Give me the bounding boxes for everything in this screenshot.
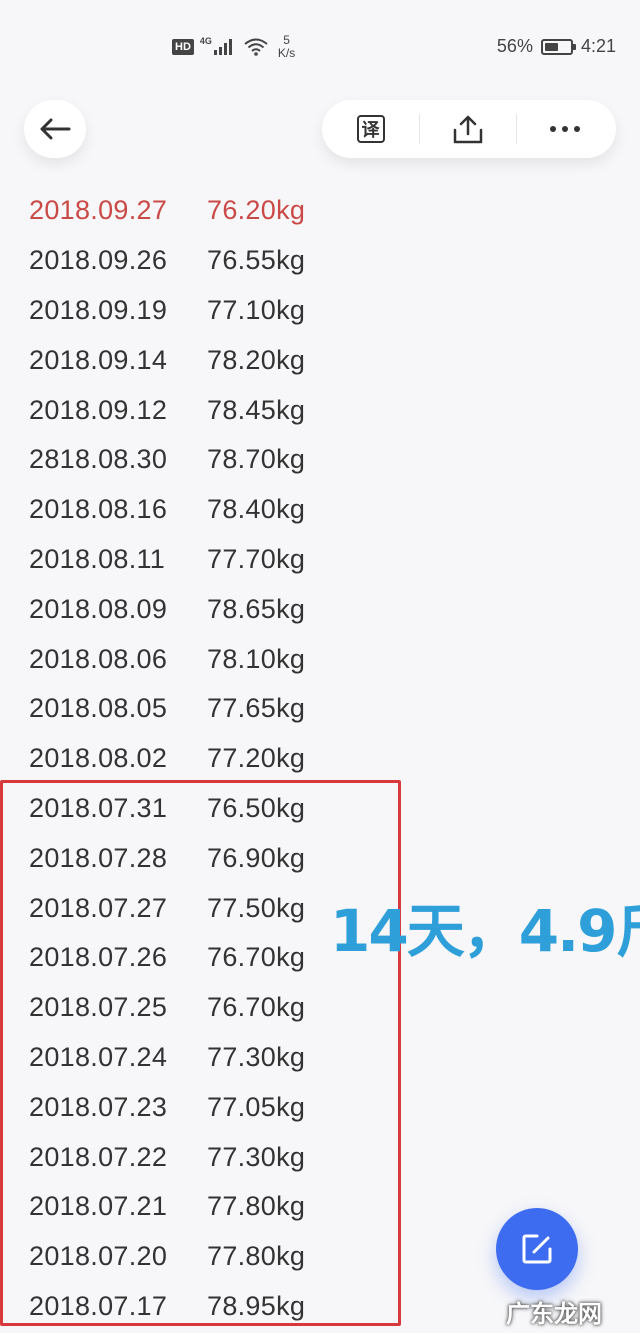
list-item: 2018.08.05 77.65kg [29, 684, 349, 734]
speed-unit: K/s [277, 46, 296, 60]
battery-fill [544, 42, 559, 51]
clock: 4:21 [580, 36, 616, 56]
network-type: 4G [199, 36, 212, 46]
record-weight: 78.70kg [207, 444, 306, 475]
list-item: 2018.08.09 78.65kg [29, 584, 349, 634]
annotation-text: 14天，4.9斤 [330, 897, 640, 965]
battery-icon [540, 38, 576, 55]
record-weight: 78.40kg [207, 494, 306, 525]
list-item: 2018.08.02 77.20kg [29, 734, 349, 784]
record-date: 2018.08.09 [29, 593, 168, 624]
list-item: 2018.08.11 77.70kg [29, 535, 349, 585]
translate-button[interactable]: 译 [322, 100, 419, 158]
record-weight: 78.45kg [207, 394, 306, 425]
more-button[interactable] [516, 100, 613, 158]
watermark: 广东龙网 [506, 1300, 602, 1328]
signal-icon [213, 39, 232, 55]
record-weight: 76.20kg [207, 195, 306, 226]
record-date: 2018.08.16 [29, 494, 168, 525]
list-item: 2018.09.12 78.45kg [29, 385, 349, 435]
share-icon [453, 115, 482, 144]
record-date: 2018.08.11 [29, 543, 166, 574]
status-right: 56% 4:21 [497, 36, 616, 57]
status-bar: HD 4G 5 K/s 56% 4:21 [0, 0, 640, 90]
network-speed: 5 K/s [278, 34, 295, 60]
record-date: 2018.09.14 [29, 344, 168, 375]
list-item: 2018.09.19 77.10kg [29, 286, 349, 336]
list-item: 2818.08.30 78.70kg [29, 435, 349, 485]
arrow-left-icon [40, 118, 71, 140]
top-toolbar: 译 [322, 100, 616, 158]
more-icon [549, 126, 580, 132]
translate-icon: 译 [356, 115, 385, 143]
record-weight: 77.65kg [207, 693, 306, 724]
battery-percent: 56% [496, 36, 533, 56]
annotation-box [0, 780, 401, 1326]
record-date: 2018.08.02 [29, 743, 168, 774]
record-date: 2018.09.27 [29, 195, 168, 226]
record-date: 2018.09.26 [29, 245, 168, 276]
record-weight: 78.20kg [207, 344, 306, 375]
wifi-icon [244, 38, 268, 56]
record-date: 2018.09.19 [29, 294, 168, 325]
share-button[interactable] [419, 100, 516, 158]
status-left: HD 4G 5 K/s [172, 34, 295, 60]
record-weight: 78.10kg [207, 643, 306, 674]
record-date: 2818.08.30 [29, 444, 168, 475]
edit-icon [522, 1234, 552, 1264]
record-weight: 77.70kg [207, 543, 306, 574]
edit-fab-button[interactable] [496, 1208, 578, 1290]
back-button[interactable] [24, 100, 86, 158]
hd-badge: HD [172, 39, 194, 55]
record-date: 2018.08.05 [29, 693, 168, 724]
record-date: 2018.09.12 [29, 394, 168, 425]
record-date: 2018.08.06 [29, 643, 168, 674]
list-item: 2018.09.27 76.20kg [29, 186, 349, 236]
list-item: 2018.08.06 78.10kg [29, 634, 349, 684]
record-weight: 77.10kg [207, 294, 306, 325]
record-weight: 76.55kg [207, 245, 306, 276]
list-item: 2018.08.16 78.40kg [29, 485, 349, 535]
record-weight: 78.65kg [207, 593, 306, 624]
record-weight: 77.20kg [207, 743, 306, 774]
list-item: 2018.09.14 78.20kg [29, 335, 349, 385]
list-item: 2018.09.26 76.55kg [29, 236, 349, 286]
